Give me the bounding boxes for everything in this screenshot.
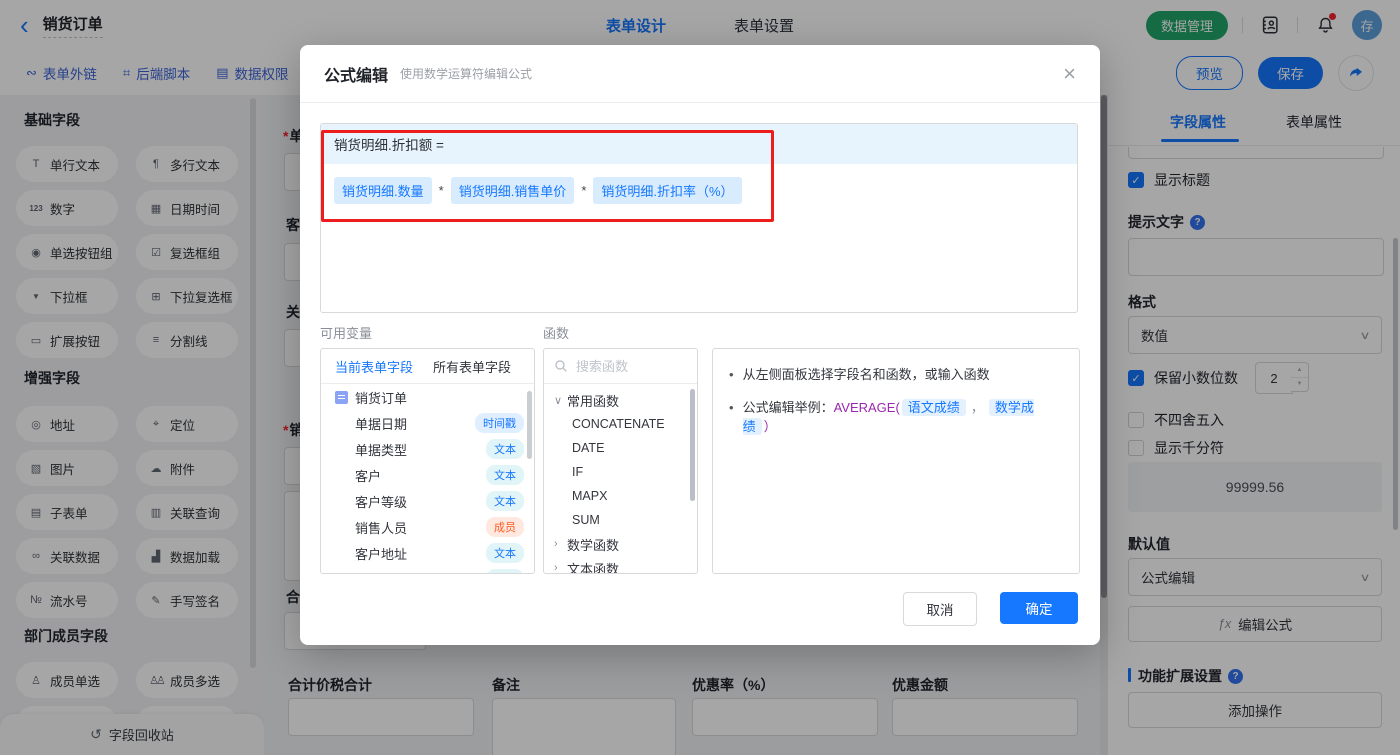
example-label: 公式编辑举例： [743, 400, 834, 415]
function-name: AVERAGE( [834, 400, 900, 415]
operator: * [581, 183, 586, 198]
help-text: 从左侧面板选择字段名和函数，或输入函数 [743, 365, 990, 384]
close-icon[interactable]: × [1063, 63, 1076, 85]
variable-row[interactable]: 客户地址 文本 [321, 540, 534, 566]
formula-edit-dialog: 公式编辑 使用数学运算符编辑公式 × 销货明细.折扣额 = 销货明细.数量 * … [300, 45, 1100, 645]
function-search-input[interactable] [574, 358, 668, 375]
formula-expression: 销货明细.数量 * 销货明细.销售单价 * 销货明细.折扣率（%） [334, 177, 1077, 204]
variable-name: 单据类型 [355, 440, 407, 459]
variables-panel: 当前表单字段 所有表单字段 销货订单 单据日期时间戳 单据类型文本 客户文本 客… [320, 348, 535, 574]
variable-name: 客户地址 [355, 544, 407, 563]
variable-name: 客户等级 [355, 492, 407, 511]
type-badge: 文本 [486, 465, 524, 485]
variables-tabs: 当前表单字段 所有表单字段 [321, 349, 534, 384]
cancel-button[interactable]: 取消 [903, 592, 977, 626]
group-label: 文本函数 [567, 559, 619, 575]
function-item[interactable]: SUM [544, 508, 697, 532]
help-panel: • 从左侧面板选择字段名和函数，或输入函数 • 公式编辑举例：AVERAGE(语… [712, 348, 1080, 574]
type-badge: 成员 [486, 517, 524, 537]
dialog-title: 公式编辑 [324, 62, 388, 86]
variable-name: 单据日期 [355, 414, 407, 433]
type-badge: 文本 [486, 439, 524, 459]
confirm-button[interactable]: 确定 [1000, 592, 1078, 624]
formula-target: 销货明细.折扣额 = [321, 124, 1077, 164]
variables-section-label: 可用变量 [320, 323, 372, 342]
group-label: 数学函数 [567, 535, 619, 554]
functions-section-label: 函数 [543, 323, 569, 342]
function-item[interactable]: MAPX [544, 484, 697, 508]
function-item[interactable]: DATE [544, 436, 697, 460]
help-example: 公式编辑举例：AVERAGE(语文成绩，数学成绩） [743, 398, 1063, 436]
comma: ， [971, 400, 984, 415]
variable-row[interactable]: 客户等级 文本 [321, 488, 534, 514]
function-group-common[interactable]: ∨ 常用函数 [544, 388, 697, 412]
operator: * [439, 183, 444, 198]
chevron-expanded-icon: ∨ [554, 394, 567, 407]
type-badge: 文本 [486, 543, 524, 563]
field-token[interactable]: 销货明细.数量 [334, 177, 432, 204]
chevron-collapsed-icon: › [554, 538, 567, 550]
function-group-math[interactable]: › 数学函数 [544, 532, 697, 556]
field-token[interactable]: 销货明细.折扣率（%） [593, 177, 741, 204]
function-item[interactable]: IF [544, 460, 697, 484]
dialog-subtitle: 使用数学运算符编辑公式 [400, 65, 532, 82]
functions-scrollbar-thumb[interactable] [690, 389, 695, 501]
form-name: 销货订单 [355, 388, 407, 407]
function-group-text[interactable]: › 文本函数 [544, 556, 697, 574]
app-root: ‹ 销货订单 表单设计 表单设置 数据管理 [0, 0, 1400, 755]
group-label: 常用函数 [567, 391, 619, 410]
tab-all-form-fields[interactable]: 所有表单字段 [433, 357, 511, 376]
function-item[interactable]: CONCATENATE [544, 412, 697, 436]
variable-row[interactable]: 文本 [321, 566, 534, 574]
dialog-header: 公式编辑 使用数学运算符编辑公式 × [300, 45, 1100, 103]
field-token[interactable]: 销货明细.销售单价 [451, 177, 575, 204]
form-tree-node[interactable]: 销货订单 [321, 384, 534, 410]
type-badge: 时间戳 [475, 413, 524, 433]
variable-row[interactable]: 客户 文本 [321, 462, 534, 488]
bullet-icon: • [729, 398, 734, 417]
variable-row[interactable]: 销售人员 成员 [321, 514, 534, 540]
type-badge: 文本 [486, 569, 524, 574]
function-search [544, 349, 697, 384]
variable-name: 客户 [355, 466, 381, 485]
variable-row[interactable]: 单据类型 文本 [321, 436, 534, 462]
search-icon [554, 359, 568, 373]
help-line-2: • 公式编辑举例：AVERAGE(语文成绩，数学成绩） [729, 398, 1063, 436]
variables-scrollbar-thumb[interactable] [527, 391, 532, 459]
tab-current-form-fields[interactable]: 当前表单字段 [335, 357, 413, 376]
type-badge: 文本 [486, 491, 524, 511]
form-file-icon [335, 391, 348, 404]
help-line-1: • 从左侧面板选择字段名和函数，或输入函数 [729, 365, 1063, 384]
example-field-chip: 语文成绩 [902, 399, 966, 416]
functions-panel: ∨ 常用函数 CONCATENATE DATE IF MAPX SUM › 数学… [543, 348, 698, 574]
variable-row[interactable]: 单据日期 时间戳 [321, 410, 534, 436]
chevron-collapsed-icon: › [554, 562, 567, 574]
bullet-icon: • [729, 365, 734, 384]
function-close: ） [764, 419, 777, 434]
formula-editor[interactable]: 销货明细.折扣额 = 销货明细.数量 * 销货明细.销售单价 * 销货明细.折扣… [320, 123, 1078, 313]
variable-name: 销售人员 [355, 518, 407, 537]
